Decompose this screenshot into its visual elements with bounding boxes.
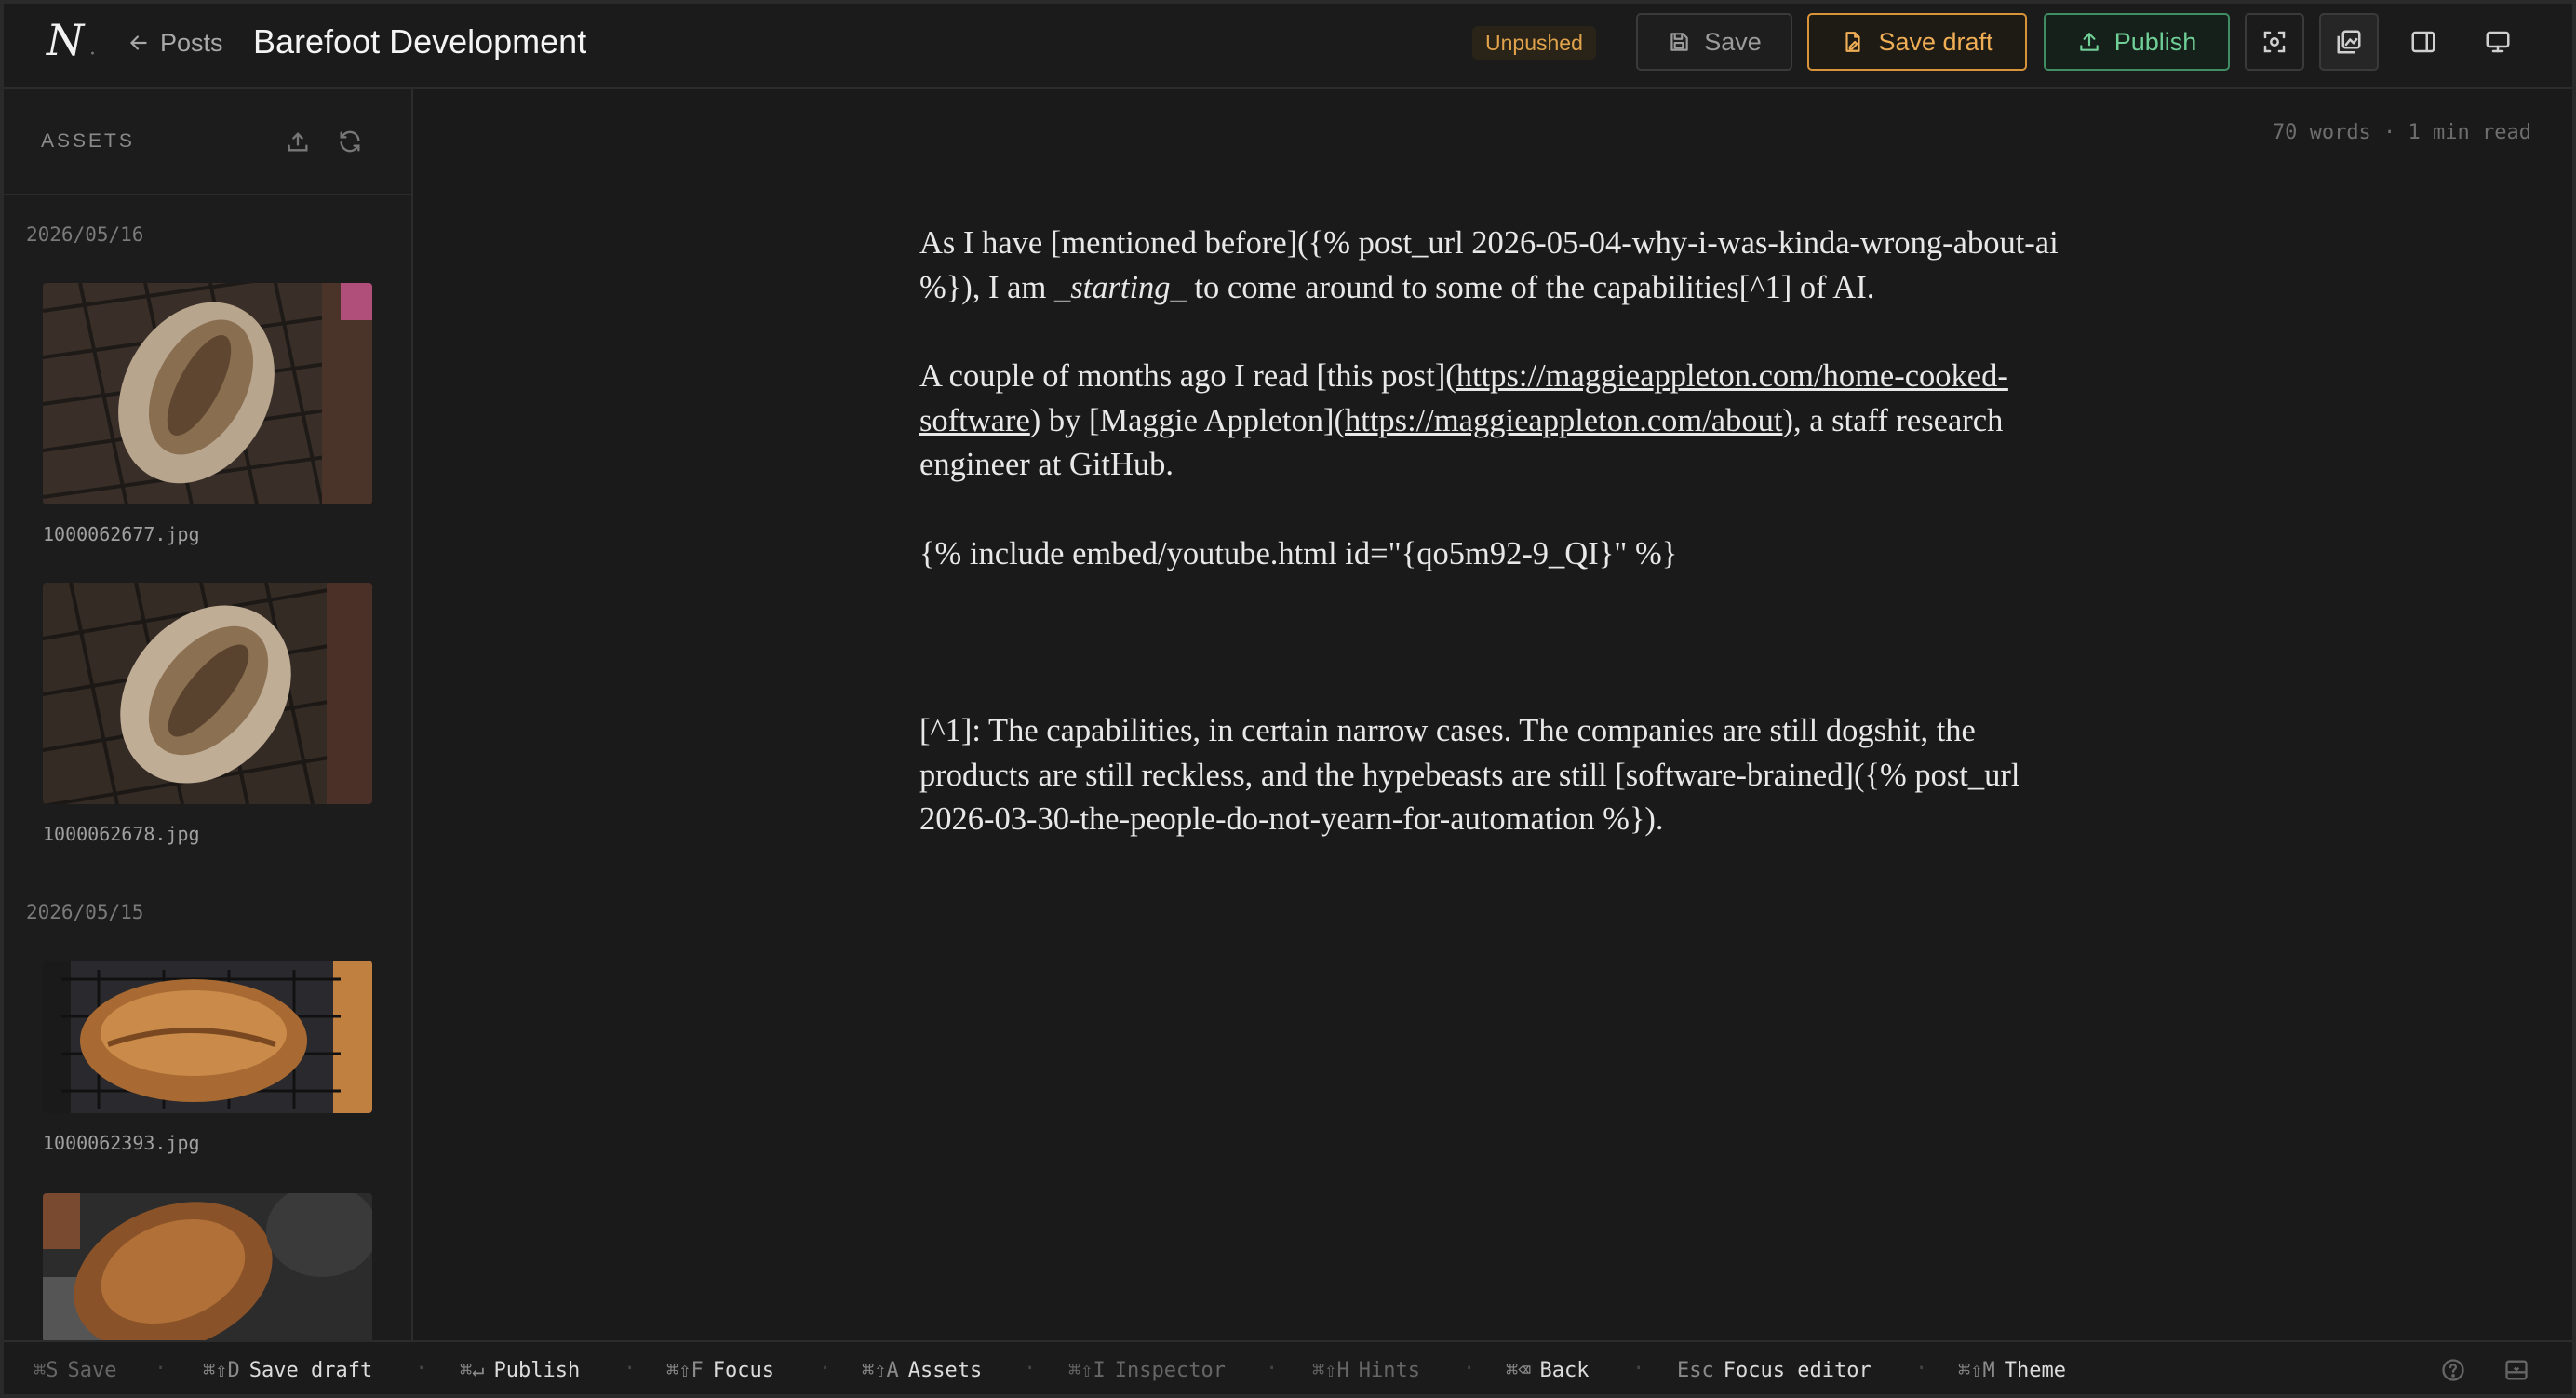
hint-theme[interactable]: ⌘⇧M Theme [1958,1359,2066,1382]
asset-thumbnail[interactable] [43,1193,372,1340]
hint-focus[interactable]: ⌘⇧F Focus [666,1359,774,1382]
hint-key: Esc [1677,1359,1714,1382]
hint-separator: · [1463,1357,1476,1380]
hint-separator: · [819,1357,832,1380]
logo-letter: N [47,15,85,65]
text-run: ) by [Maggie Appleton]( [1029,402,1345,438]
upload-icon [2079,33,2099,51]
hint-label: Hints [1358,1359,1420,1382]
back-to-posts-link[interactable]: Posts [127,24,223,61]
hint-label: Inspector [1114,1359,1226,1382]
file-draft-icon [1845,32,1861,52]
asset-date-group: 2026/05/16 [26,223,144,246]
hint-key: ⌘⇧F [666,1359,704,1382]
hint-back[interactable]: ⌘⌫ Back [1506,1359,1589,1382]
hint-key: ⌘⌫ [1506,1359,1531,1382]
save-label: Save [1704,27,1762,56]
assets-header: ASSETS [0,89,411,195]
save-draft-button[interactable]: Save draft [1807,13,2027,71]
inspector-toggle-button[interactable] [2394,13,2453,71]
hint-separator: · [154,1357,168,1380]
monitor-icon [2486,31,2510,53]
asset-filename: 1000062678.jpg [43,823,200,845]
hint-separator: · [1024,1357,1037,1380]
url-link[interactable]: https://maggieappleton.com/about [1345,403,1782,438]
md-marker: _ [1053,269,1071,305]
paragraph: As I have [mentioned before]({% post_url… [919,222,2066,310]
hint-key: ⌘⇧D [203,1359,240,1382]
hint-label: Focus [712,1359,774,1382]
editor-area[interactable]: 70 words · 1 min read As I have [mention… [413,89,2576,1340]
asset-date-group: 2026/05/15 [26,901,144,923]
hint-key: ⌘⇧I [1068,1359,1106,1382]
hint-label: Focus editor [1723,1359,1872,1382]
footnote: [^1]: The capabilities, in certain narro… [919,709,2066,842]
publish-label: Publish [2113,27,2197,56]
logo-dot: · [89,43,96,66]
asset-filename: 1000062393.jpg [43,1132,200,1154]
sidebar-panel-icon [2411,31,2435,53]
hint-separator: · [415,1357,428,1380]
top-bar: N · Posts Barefoot Development Unpushed … [0,0,2576,89]
hint-separator: · [1266,1357,1279,1380]
focus-mode-button[interactable] [2245,13,2304,71]
text-run: A couple of months ago I read [this post… [919,358,1456,394]
md-marker: _ [1170,269,1187,305]
save-draft-label: Save draft [1878,27,1993,56]
save-button[interactable]: Save [1636,13,1792,71]
markdown-content[interactable]: As I have [mentioned before]({% post_url… [919,222,2066,887]
assets-sidebar: ASSETS 2026/05/16 1000062677.jpg 1000062… [0,89,413,1340]
assets-title: ASSETS [41,130,135,152]
hint-label: Publish [493,1359,581,1382]
hint-label: Save draft [248,1359,373,1382]
help-icon[interactable] [2440,1357,2466,1383]
hint-hints[interactable]: ⌘⇧H Hints [1312,1359,1420,1382]
hint-label: Save [67,1359,117,1382]
asset-thumbnail[interactable] [43,583,372,804]
post-title: Barefoot Development [253,22,587,60]
hint-key: ⌘⇧M [1958,1359,1995,1382]
upload-asset-icon[interactable] [285,128,311,155]
preview-button[interactable] [2468,13,2528,71]
hint-key: ⌘↵ [460,1359,485,1382]
hint-publish[interactable]: ⌘↵ Publish [460,1359,580,1382]
hint-label: Theme [2004,1359,2066,1382]
hint-key: ⌘S [34,1359,59,1382]
hints-panel-icon[interactable] [2503,1357,2529,1383]
hint-assets[interactable]: ⌘⇧A Assets [862,1359,982,1382]
asset-thumbnail[interactable] [43,283,372,504]
hint-separator: · [624,1357,637,1380]
asset-filename: 1000062677.jpg [43,523,200,545]
word-count: 70 words · 1 min read [2272,121,2531,144]
hint-save-draft[interactable]: ⌘⇧D Save draft [203,1359,372,1382]
focus-icon [2263,31,2286,53]
emphasis-text: starting [1070,269,1171,305]
paragraph: A couple of months ago I read [this post… [919,355,2066,488]
hint-label: Back [1539,1359,1590,1382]
hint-key: ⌘⇧A [862,1359,899,1382]
hint-focus-editor[interactable]: Esc Focus editor [1677,1359,1872,1382]
text-run: to come around to some of the capabiliti… [1186,269,1875,305]
hint-save[interactable]: ⌘S Save [34,1359,116,1382]
asset-thumbnail[interactable] [43,961,372,1113]
hint-separator: · [1915,1357,1928,1380]
assets-icon [2337,30,2361,54]
paragraph: {% include embed/youtube.html id="{qo5m9… [919,532,2066,577]
back-label: Posts [160,28,223,57]
unpushed-badge: Unpushed [1472,26,1596,60]
shortcut-hints-bar: ⌘S Save · ⌘⇧D Save draft · ⌘↵ Publish · ⌘⇧F… [0,1340,2576,1398]
app-logo[interactable]: N · [47,15,102,71]
hint-label: Assets [907,1359,983,1382]
footnote-text: [^1]: The capabilities, in certain narro… [919,713,2020,837]
hint-key: ⌘⇧H [1312,1359,1349,1382]
refresh-icon[interactable] [337,128,363,155]
assets-toggle-button[interactable] [2319,13,2379,71]
arrow-left-icon [130,35,147,50]
save-icon [1670,33,1688,51]
include-tag: {% include embed/youtube.html id="{qo5m9… [919,535,1678,571]
publish-button[interactable]: Publish [2044,13,2230,71]
hint-inspector[interactable]: ⌘⇧I Inspector [1068,1359,1226,1382]
hint-separator: · [1632,1357,1645,1380]
